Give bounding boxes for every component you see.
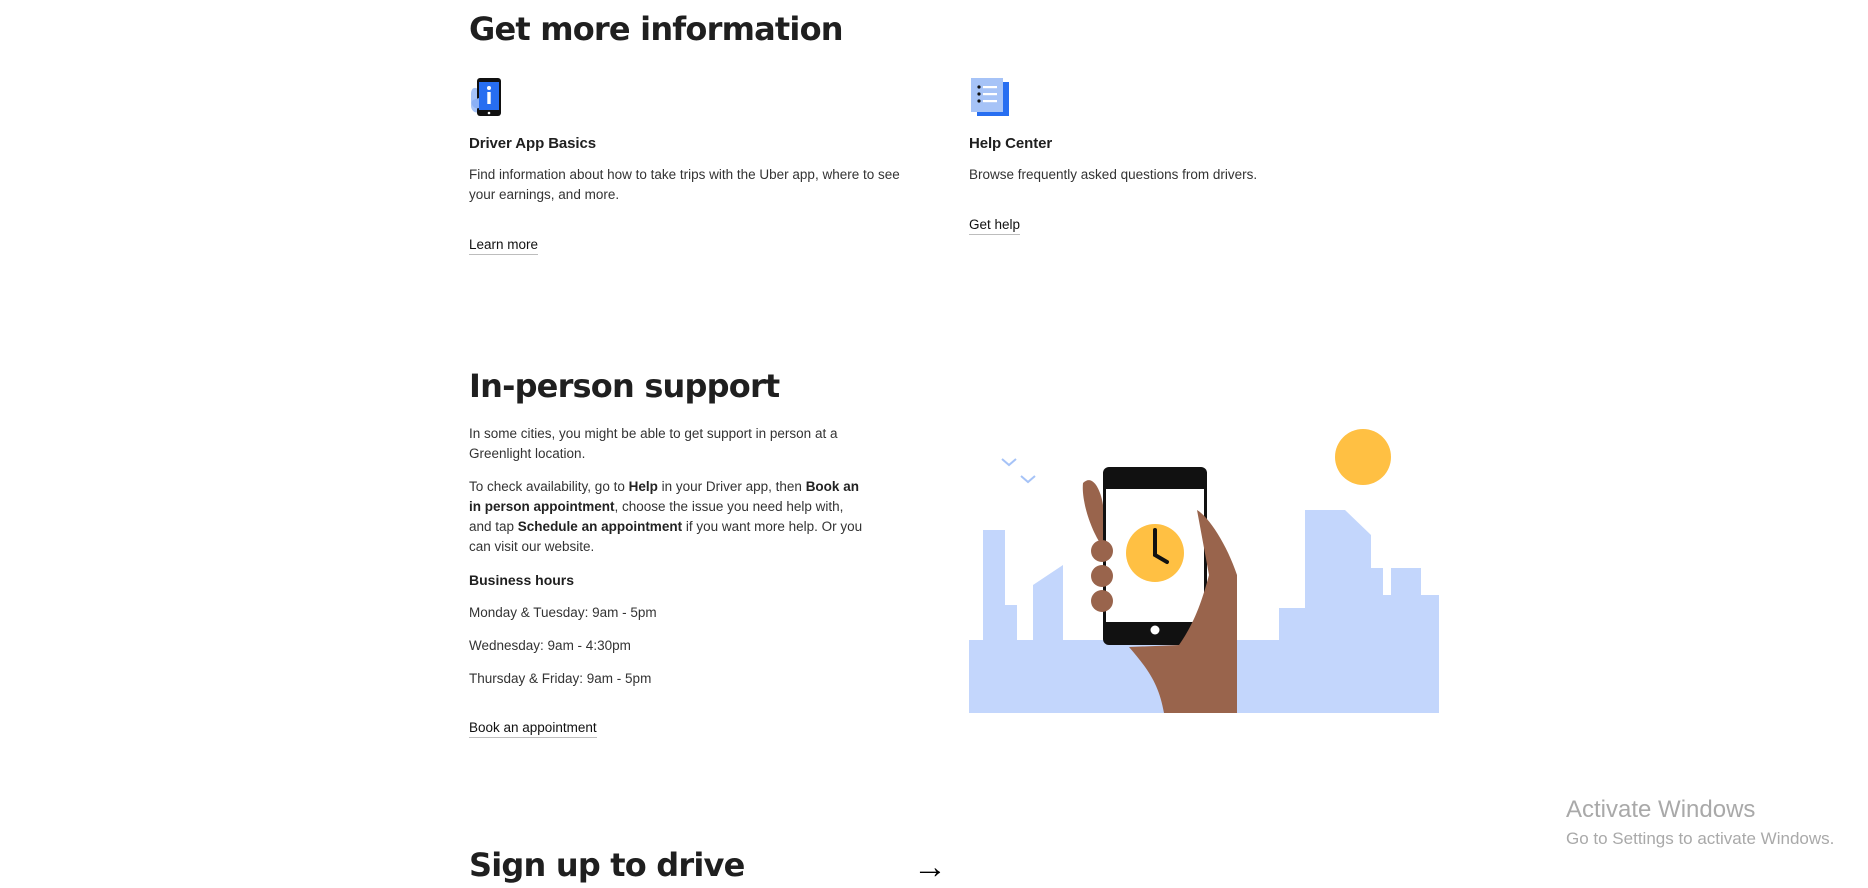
hours-row: Monday & Tuesday: 9am - 5pm — [469, 605, 657, 620]
hours-row: Thursday & Friday: 9am - 5pm — [469, 671, 652, 686]
activate-windows-subtitle: Go to Settings to activate Windows. — [1566, 829, 1835, 848]
business-hours-label: Business hours — [469, 572, 575, 588]
phone-info-icon — [469, 76, 509, 123]
card-title-help-center: Help Center — [969, 135, 1053, 152]
signup-heading[interactable]: Sign up to drive — [469, 846, 745, 884]
get-help-link[interactable]: Get help — [969, 217, 1021, 235]
card-title-driver-app-basics: Driver App Basics — [469, 135, 596, 152]
in-person-intro: In some cities, you might be able to get… — [469, 426, 838, 461]
card-description-help-center: Browse frequently asked questions from d… — [969, 167, 1258, 182]
in-person-instructions: To check availability, go to Help in you… — [469, 479, 863, 554]
learn-more-link[interactable]: Learn more — [469, 237, 539, 255]
arrow-right-icon[interactable]: → — [913, 850, 947, 884]
section-heading-in-person: In-person support — [469, 367, 780, 405]
hand-holding-phone-clock-illustration — [969, 425, 1439, 718]
book-appointment-link[interactable]: Book an appointment — [469, 720, 597, 738]
hours-row: Wednesday: 9am - 4:30pm — [469, 638, 631, 653]
document-list-icon — [969, 76, 1011, 123]
sun-graphic — [1335, 429, 1391, 485]
section-heading-more-info: Get more information — [469, 10, 844, 48]
activate-windows-title: Activate Windows — [1566, 796, 1756, 823]
card-description-driver-app-basics: Find information about how to take trips… — [469, 167, 900, 202]
